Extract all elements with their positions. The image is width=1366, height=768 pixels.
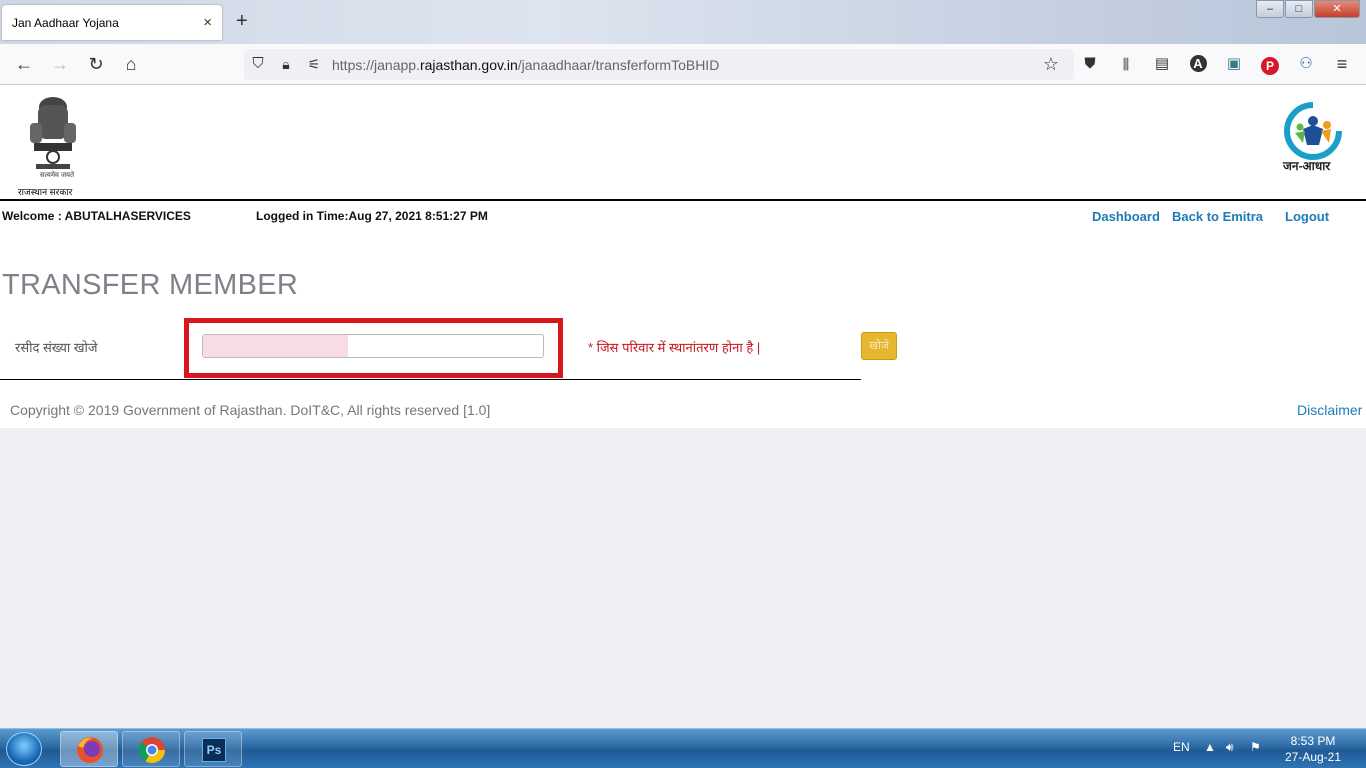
transfer-hint-text: * जिस परिवार में स्थानांतरण होना है | xyxy=(588,340,761,355)
minimize-icon[interactable]: ‒ xyxy=(1256,0,1284,18)
sidebar-icon[interactable]: ▤ xyxy=(1150,52,1174,76)
window-controls: ‒ □ ✕ xyxy=(1255,0,1360,18)
tray-expand-icon[interactable]: ▲ xyxy=(1204,740,1216,754)
extension-a-icon[interactable]: A xyxy=(1186,52,1210,76)
browser-nav-bar: ← → ↻ ⌂ ⛉ 🔒︎ ⚟ https://janapp.rajasthan.… xyxy=(0,44,1366,85)
new-tab-icon[interactable]: + xyxy=(236,10,248,33)
chrome-icon xyxy=(138,737,166,764)
back-icon[interactable]: ← xyxy=(12,52,36,76)
clock-time: 8:53 PM xyxy=(1290,734,1336,748)
extension-user-icon[interactable]: ⚇ xyxy=(1294,52,1318,76)
page-title: TRANSFER MEMBER xyxy=(2,269,299,301)
form-divider xyxy=(0,379,861,380)
start-button-icon[interactable] xyxy=(6,732,42,766)
permissions-icon[interactable]: ⚟ xyxy=(302,52,326,76)
volume-icon[interactable]: 🔊︎ xyxy=(1226,740,1234,755)
browser-tab[interactable]: Jan Aadhaar Yojana × xyxy=(2,5,222,40)
shield-icon[interactable]: ⛉ xyxy=(246,52,270,76)
forward-icon[interactable]: → xyxy=(48,52,72,76)
emblem-motto: सत्यमेव जयते xyxy=(40,172,75,179)
menu-icon[interactable]: ≡ xyxy=(1330,52,1354,76)
logout-link[interactable]: Logout xyxy=(1285,209,1329,224)
action-center-icon[interactable]: ⚑ xyxy=(1250,740,1261,754)
browser-tab-bar: Jan Aadhaar Yojana × + ‒ □ ✕ xyxy=(0,0,1366,44)
url-bar[interactable]: ⛉ 🔒︎ ⚟ https://janapp.rajasthan.gov.in/j… xyxy=(244,49,1074,80)
windows-taskbar: Ps EN ▲ 🔊︎ ⚑ 8:53 PM 27-Aug-21 xyxy=(0,728,1366,768)
system-clock[interactable]: 8:53 PM 27-Aug-21 xyxy=(1282,733,1344,765)
pocket-icon[interactable]: ⛊ xyxy=(1078,52,1102,76)
copyright-text: Copyright © 2019 Government of Rajasthan… xyxy=(10,402,491,418)
disclaimer-link[interactable]: Disclaimer xyxy=(1297,402,1362,418)
logo-caption: जन-आधार xyxy=(1283,159,1331,173)
bookmark-star-icon[interactable]: ☆ xyxy=(1039,52,1063,76)
search-button[interactable]: खोजे xyxy=(861,332,897,360)
back-to-emitra-link[interactable]: Back to Emitra xyxy=(1172,209,1263,224)
photoshop-icon: Ps xyxy=(202,738,226,762)
maximize-icon[interactable]: □ xyxy=(1285,0,1313,18)
dashboard-link[interactable]: Dashboard xyxy=(1092,209,1160,224)
pinterest-icon[interactable]: P xyxy=(1258,52,1282,76)
library-icon[interactable]: ⫼ xyxy=(1114,52,1138,76)
reload-icon[interactable]: ↻ xyxy=(84,52,108,76)
home-icon[interactable]: ⌂ xyxy=(119,52,143,76)
jan-aadhaar-logo-icon xyxy=(1284,102,1342,160)
emblem-caption: राजस्थान सरकार xyxy=(18,187,73,197)
close-window-icon[interactable]: ✕ xyxy=(1314,0,1360,18)
taskbar-photoshop[interactable]: Ps xyxy=(184,731,242,767)
extension-screenshot-icon[interactable]: ▣ xyxy=(1222,52,1246,76)
url-text[interactable]: https://janapp.rajasthan.gov.in/janaadha… xyxy=(332,57,719,73)
taskbar-chrome[interactable] xyxy=(122,731,180,767)
input-autofill-highlight xyxy=(203,335,348,357)
taskbar-firefox[interactable] xyxy=(60,731,118,767)
clock-date: 27-Aug-21 xyxy=(1284,750,1342,764)
site-header: सत्यमेव जयते राजस्थान सरकार जन-आधार xyxy=(0,85,1366,201)
receipt-search-label: रसीद संख्या खोजे xyxy=(15,340,98,355)
logged-in-time: Logged in Time:Aug 27, 2021 8:51:27 PM xyxy=(256,209,488,223)
tab-close-icon[interactable]: × xyxy=(203,14,212,31)
web-page: सत्यमेव जयते राजस्थान सरकार जन-आधार Welc… xyxy=(0,85,1366,428)
welcome-text: Welcome : ABUTALHASERVICES xyxy=(2,209,191,223)
language-indicator[interactable]: EN xyxy=(1173,740,1190,754)
firefox-icon xyxy=(77,737,103,763)
tab-title: Jan Aadhaar Yojana xyxy=(12,15,119,30)
lock-icon[interactable]: 🔒︎ xyxy=(274,52,298,76)
